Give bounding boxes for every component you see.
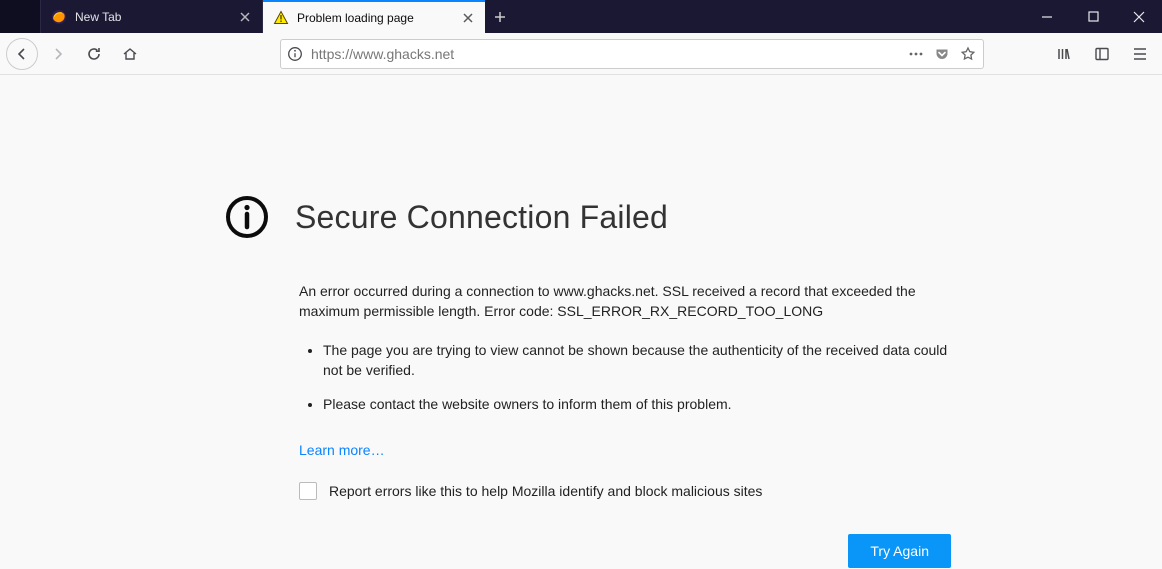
reload-button[interactable] <box>78 38 110 70</box>
firefox-icon <box>51 9 67 25</box>
error-page: Secure Connection Failed An error occurr… <box>171 75 991 568</box>
bookmark-star-icon[interactable] <box>959 45 977 63</box>
error-bullet: Please contact the website owners to inf… <box>323 394 951 414</box>
app-menu-button[interactable] <box>1124 38 1156 70</box>
sidebar-icon[interactable] <box>1086 38 1118 70</box>
home-button[interactable] <box>114 38 146 70</box>
content-area: Secure Connection Failed An error occurr… <box>0 75 1162 569</box>
error-info-icon <box>225 195 269 239</box>
learn-more-link[interactable]: Learn more… <box>299 442 385 458</box>
tab-new-tab[interactable]: New Tab <box>41 0 263 33</box>
back-button[interactable] <box>6 38 38 70</box>
new-tab-button[interactable] <box>485 0 515 33</box>
library-icon[interactable] <box>1048 38 1080 70</box>
info-icon[interactable] <box>287 46 303 62</box>
url-input[interactable] <box>311 46 899 62</box>
window-minimize-button[interactable] <box>1024 0 1070 33</box>
error-bullet: The page you are trying to view cannot b… <box>323 340 951 381</box>
report-checkbox[interactable] <box>299 482 317 500</box>
tab-close-icon[interactable] <box>238 10 252 24</box>
window-close-button[interactable] <box>1116 0 1162 33</box>
try-again-button[interactable]: Try Again <box>848 534 951 568</box>
warning-icon <box>273 10 289 26</box>
titlebar-leading <box>0 0 41 33</box>
error-title: Secure Connection Failed <box>295 199 668 236</box>
error-description: An error occurred during a connection to… <box>299 281 951 322</box>
url-bar[interactable] <box>280 39 984 69</box>
nav-toolbar <box>0 33 1162 75</box>
tab-label: Problem loading page <box>297 11 453 25</box>
tab-label: New Tab <box>75 10 230 24</box>
page-actions-icon[interactable] <box>907 45 925 63</box>
tab-close-icon[interactable] <box>461 11 475 25</box>
titlebar: New Tab Problem loading page <box>0 0 1162 33</box>
window-controls <box>1024 0 1162 33</box>
report-label: Report errors like this to help Mozilla … <box>329 483 762 499</box>
forward-button[interactable] <box>42 38 74 70</box>
tab-problem-loading[interactable]: Problem loading page <box>263 0 485 33</box>
window-maximize-button[interactable] <box>1070 0 1116 33</box>
pocket-icon[interactable] <box>933 45 951 63</box>
